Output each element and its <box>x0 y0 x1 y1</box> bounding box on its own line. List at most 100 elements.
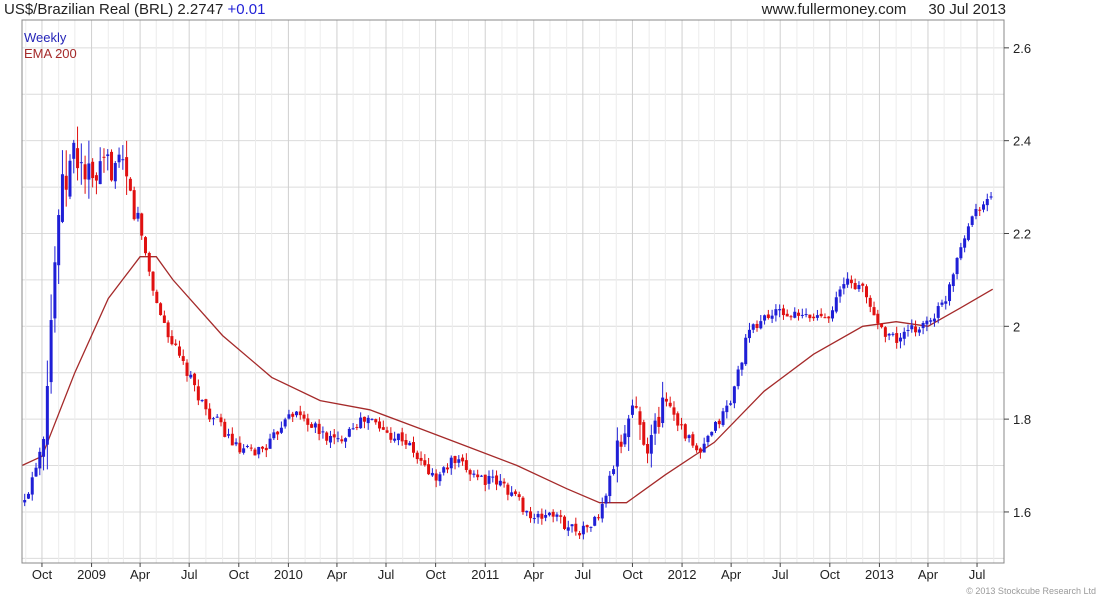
candle-body <box>936 306 940 318</box>
candle-body <box>351 428 355 430</box>
candle-body <box>238 442 242 453</box>
candle-body <box>400 432 404 442</box>
x-tick-label: 2013 <box>865 567 894 582</box>
candle-body <box>978 209 982 211</box>
candle-body <box>846 278 850 285</box>
candle-body <box>864 286 868 298</box>
candle-body <box>396 433 400 441</box>
candle-body <box>646 444 650 454</box>
candle-body <box>808 314 812 319</box>
plot-frame <box>21 19 1005 564</box>
candle-body <box>868 297 872 307</box>
candle-body <box>585 525 589 528</box>
candle-body <box>106 154 110 157</box>
candle-body <box>649 435 653 454</box>
candle-body <box>608 475 612 497</box>
candle-body <box>717 420 721 425</box>
candle-body <box>449 457 453 469</box>
candle-body <box>302 414 306 419</box>
x-tick-label: Apr <box>130 567 151 582</box>
candle-body <box>370 418 374 420</box>
candle-body <box>578 533 582 536</box>
x-tick-label: 2010 <box>274 567 303 582</box>
candle-body <box>948 284 952 302</box>
x-tick-label: Oct <box>622 567 643 582</box>
candle-body <box>797 312 801 316</box>
candle-body <box>279 427 283 433</box>
candle-body <box>306 418 310 425</box>
candle-body <box>272 432 276 439</box>
candle-body <box>653 420 657 434</box>
candle-body <box>955 258 959 275</box>
candle-body <box>328 435 332 443</box>
candle-body <box>638 411 642 425</box>
candle-body <box>619 441 623 447</box>
candle-body <box>680 424 684 426</box>
candle-body <box>76 148 80 169</box>
candle-body <box>427 464 431 475</box>
candle-body <box>732 386 736 404</box>
candle-body <box>683 424 687 439</box>
candle-body <box>457 459 461 463</box>
candle-body <box>453 455 457 464</box>
candle-body <box>362 416 366 422</box>
candle-body <box>110 151 114 181</box>
candle-body <box>596 517 600 519</box>
candle-body <box>944 301 948 304</box>
x-tick-label: 2011 <box>471 567 499 582</box>
candle-body <box>774 309 778 316</box>
candle-body <box>562 516 566 529</box>
candle-body <box>532 518 536 520</box>
candle-body <box>155 291 159 304</box>
candle-body <box>857 285 861 290</box>
x-tick-label: Apr <box>721 567 742 582</box>
candle-body <box>759 321 763 329</box>
candle-body <box>751 324 755 330</box>
candle-body <box>781 308 785 316</box>
candle-body <box>898 337 902 342</box>
candle-body <box>162 315 166 323</box>
candle-body <box>729 403 733 405</box>
candle-body <box>430 472 434 476</box>
x-tick-label: Oct <box>425 567 446 582</box>
candle-body <box>672 407 676 415</box>
candle-body <box>555 514 559 517</box>
candle-body <box>412 442 416 453</box>
candle-body <box>627 418 631 438</box>
candle-body <box>125 157 129 177</box>
candle-body <box>91 161 95 179</box>
candle-body <box>53 262 57 319</box>
candle-body <box>268 438 272 449</box>
candle-body <box>174 343 178 345</box>
candle-body <box>321 431 325 433</box>
candle-body <box>657 416 661 427</box>
candle-body <box>551 511 555 517</box>
candle-body <box>612 469 616 475</box>
legend-weekly: Weekly <box>24 30 67 45</box>
candle-body <box>245 446 249 448</box>
candle-body <box>925 320 929 325</box>
candle-body <box>525 510 529 513</box>
candle-body <box>72 142 76 159</box>
candle-body <box>143 237 147 254</box>
candle-body <box>789 316 793 318</box>
candle-body <box>861 283 865 286</box>
candle-body <box>385 430 389 433</box>
candle-body <box>842 284 846 289</box>
candle-body <box>34 467 38 477</box>
candle-body <box>294 411 298 416</box>
candle-body <box>891 333 895 335</box>
candle-body <box>574 523 578 532</box>
candle-body <box>64 175 68 190</box>
candle-body <box>211 418 215 420</box>
candle-body <box>23 500 27 503</box>
candle-body <box>547 512 551 516</box>
candle-body <box>298 411 302 416</box>
candle-body <box>200 400 204 402</box>
candle-body <box>966 226 970 240</box>
candle-body <box>45 386 49 445</box>
candle-body <box>985 199 989 206</box>
candle-body <box>325 432 329 441</box>
candle-body <box>230 433 234 446</box>
candle-body <box>445 467 449 470</box>
